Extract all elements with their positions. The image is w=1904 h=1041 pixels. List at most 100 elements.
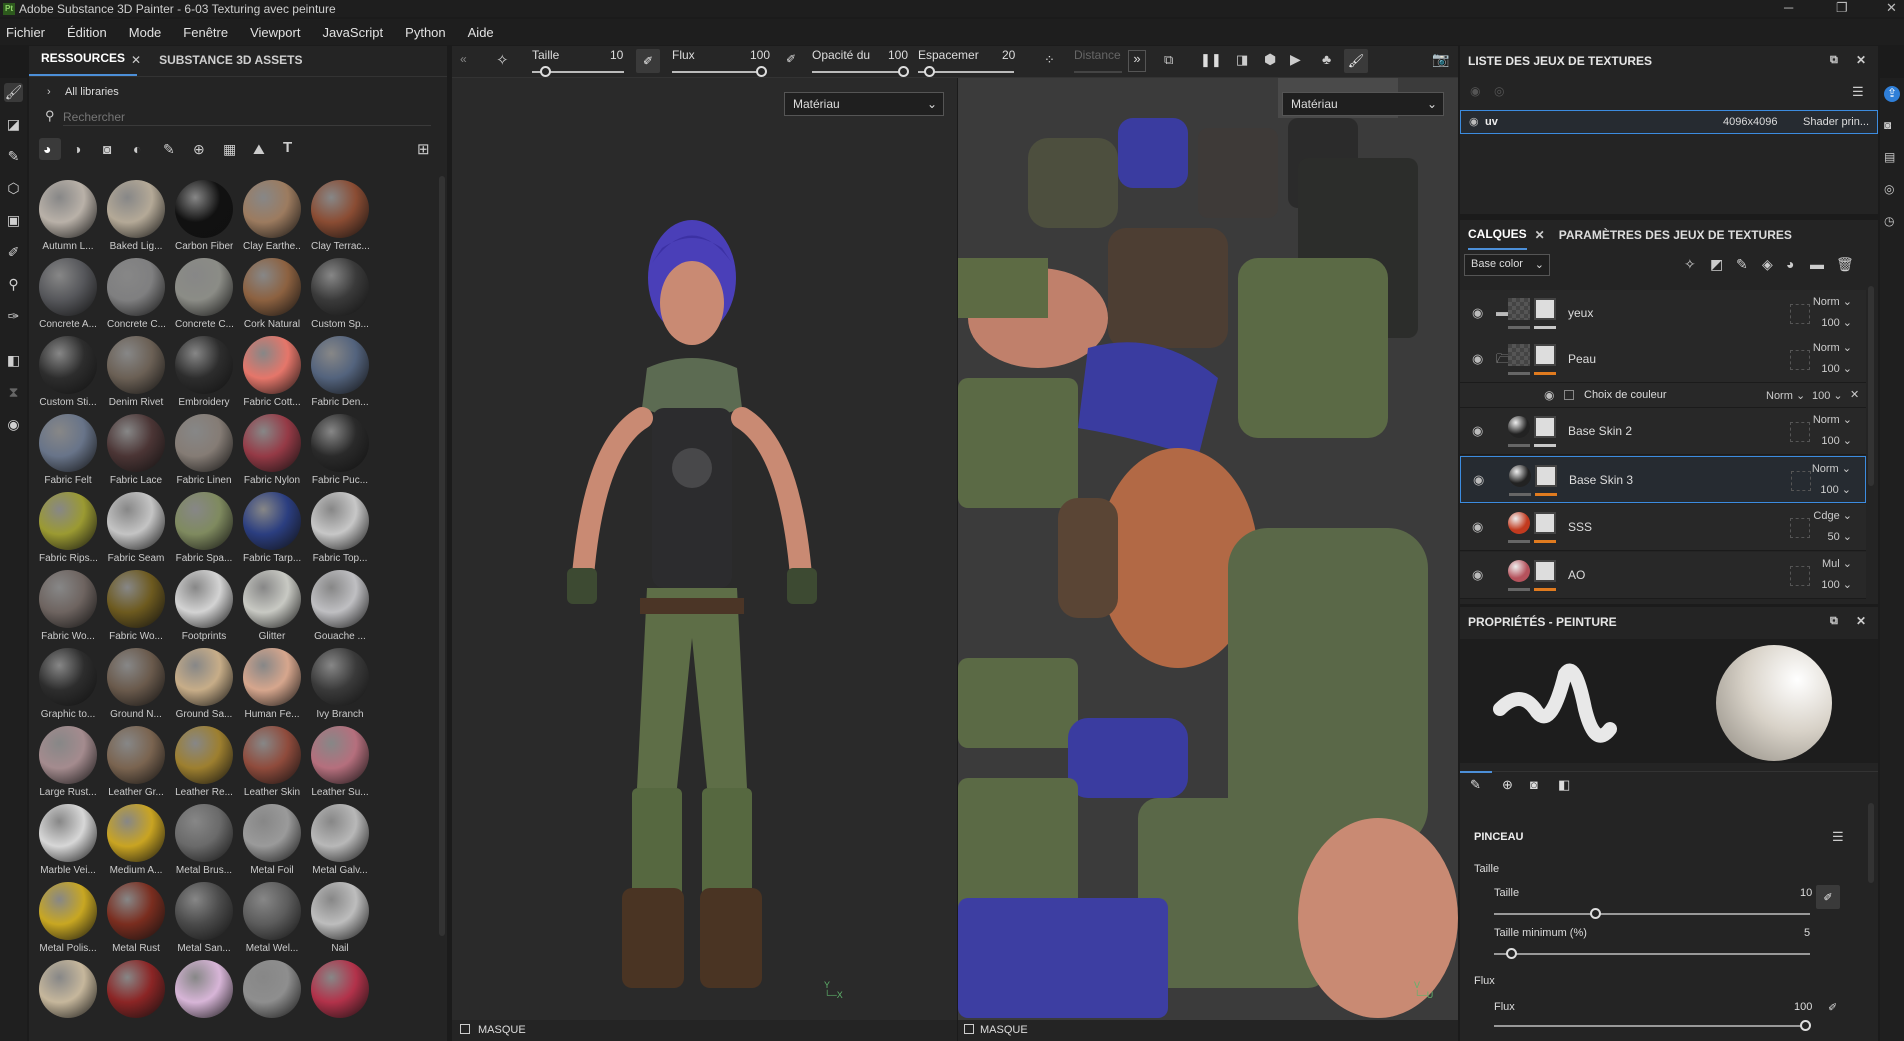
viewport-3d-material-dropdown[interactable]: Matériau ⌄ [784,92,944,116]
brush-tab-icon[interactable]: ✎ [1470,777,1481,793]
alpha-tab-icon[interactable]: ◙ [1530,777,1538,792]
layer-opacity[interactable]: 100 ⌄ [1821,316,1852,329]
texture-set-list-icon[interactable]: ◙ [1884,118,1900,134]
effect-row[interactable]: ◉ Choix de couleur Norm ⌄ 100 ⌄ ✕ [1460,383,1866,408]
size-slider[interactable] [532,66,624,77]
remove-effect-icon[interactable]: ✕ [1850,388,1859,401]
asset-item[interactable]: Fabric Felt [39,414,97,486]
layer-mask-slot[interactable] [1790,304,1810,324]
eye-icon[interactable]: ◉ [1544,388,1554,402]
history-icon[interactable]: ◷ [1884,214,1900,230]
asset-item[interactable]: Clay Earthe... [243,180,301,252]
menu-fenetre[interactable]: Fenêtre [183,25,228,40]
flow-pen-pressure-icon[interactable]: ✐ [1828,1001,1837,1014]
effect-opacity[interactable]: 100 ⌄ [1812,389,1843,402]
layer-mask-slot[interactable] [1790,422,1810,442]
add-smart-material-icon[interactable]: ◕ [1786,256,1794,272]
asset-item[interactable]: Footprints [175,570,233,642]
flow-value[interactable]: 100 [750,48,770,62]
layer-opacity[interactable]: 100 ⌄ [1821,578,1852,591]
camera-video-icon[interactable]: ▶ [1290,51,1301,68]
asset-item[interactable]: Fabric Wo... [39,570,97,642]
asset-item[interactable] [39,960,97,1021]
prop-min-size-value[interactable]: 5 [1804,927,1810,939]
viewport-3d[interactable]: Matériau ⌄ MASQUE Y └─X [452,78,957,1041]
layer-blend-mode[interactable]: Cdge ⌄ [1813,509,1852,522]
prop-size-slider[interactable] [1494,908,1810,919]
add-folder-icon[interactable]: ▬ [1810,256,1824,272]
asset-item[interactable]: Baked Lig... [107,180,165,252]
asset-item[interactable]: Metal Rust [107,882,165,954]
asset-item[interactable]: Large Rust... [39,726,97,798]
eye-icon[interactable]: ◉ [1472,423,1483,439]
delete-layer-icon[interactable]: 🗑 [1836,256,1854,273]
projection-icon[interactable]: ✎ [4,147,23,166]
asset-item[interactable]: Clay Terrac... [311,180,369,252]
paint-brush-icon[interactable]: 🖌 [4,83,23,102]
asset-item[interactable]: Fabric Spa... [175,492,233,564]
eye-icon[interactable]: ◉ [1469,115,1479,128]
minimize-icon[interactable]: ─ [1784,0,1793,15]
menu-aide[interactable]: Aide [468,25,494,40]
asset-item[interactable] [107,960,165,1021]
menu-javascript[interactable]: JavaScript [322,25,383,40]
maximize-icon[interactable]: ❐ [1836,0,1848,16]
asset-item[interactable]: Leather Su... [311,726,369,798]
viewport-2d[interactable]: Matériau ⌄ MASQUE V └─U [958,78,1458,1041]
asset-item[interactable]: Fabric Linen [175,414,233,486]
asset-item[interactable]: Nail [311,882,369,954]
layer-blend-mode[interactable]: Norm ⌄ [1813,341,1852,354]
tab-texture-set-settings[interactable]: PARAMÈTRES DES JEUX DE TEXTURES [1559,228,1792,242]
viewport-2d-material-dropdown[interactable]: Matériau ⌄ [1282,92,1444,116]
clone-stamp-icon[interactable]: ⚲ [4,275,23,294]
texture-set-row[interactable]: ◉ uv 4096x4096 Shader prin... [1460,110,1878,134]
expand-toolbar-icon[interactable]: » [1128,50,1146,72]
layer-row[interactable]: ◉ Base Skin 3 Norm ⌄ 100 ⌄ [1460,456,1866,503]
asset-item[interactable]: Human Fe... [243,648,301,720]
layer-opacity[interactable]: 50 ⌄ [1827,530,1852,543]
asset-item[interactable]: Glitter [243,570,301,642]
asset-item[interactable]: Medium A... [107,804,165,876]
close-properties-icon[interactable]: ✕ [1856,614,1866,628]
add-effect-icon[interactable]: ✧ [1684,256,1696,273]
scrollbar[interactable] [439,176,445,936]
asset-item[interactable]: Fabric Tarp... [243,492,301,564]
prop-flow-slider[interactable] [1494,1020,1811,1031]
tab-calques[interactable]: CALQUES [1468,220,1527,250]
asset-item[interactable]: Metal Wel... [243,882,301,954]
layers-scrollbar[interactable] [1868,286,1874,486]
asset-item[interactable]: Marble Vei... [39,804,97,876]
asset-item[interactable]: Ground Sa... [175,648,233,720]
layer-row[interactable]: ◉ SSS Cdge ⌄ 50 ⌄ [1460,504,1866,551]
asset-item[interactable]: Concrete A... [39,258,97,330]
asset-item[interactable]: Ivy Branch [311,648,369,720]
mask-thumbnail[interactable] [1534,344,1556,366]
export-icon[interactable]: ⇪ [1884,86,1900,102]
asset-item[interactable]: Concrete C... [107,258,165,330]
menu-python[interactable]: Python [405,25,445,40]
brush-alpha-icon[interactable]: ✧ [496,51,509,69]
collapse-left-icon[interactable]: « [460,52,467,66]
layer-blend-mode[interactable]: Norm ⌄ [1813,413,1852,426]
color-picker-icon[interactable]: ✑ [4,307,23,326]
close-layers-tab-icon[interactable]: ✕ [1535,228,1545,242]
display-settings-icon[interactable]: ◎ [1884,182,1900,198]
spacing-value[interactable]: 20 [1002,48,1015,62]
asset-item[interactable]: Denim Rivet [107,336,165,408]
asset-item[interactable]: Custom Sp... [311,258,369,330]
symmetry-icon[interactable]: ⧉ [1164,52,1173,68]
layer-row[interactable]: ◉ 🗁 Peau Norm ⌄ 100 ⌄ [1460,336,1866,383]
flow-slider[interactable] [672,66,767,77]
layer-row[interactable]: ◉ Base Skin 2 Norm ⌄ 100 ⌄ [1460,408,1866,455]
tree-icon[interactable]: ♣ [1322,51,1331,67]
asset-item[interactable]: Metal Foil [243,804,301,876]
smudge-icon[interactable]: ✐ [4,243,23,262]
pen-pressure-icon[interactable]: ✐ [636,49,660,73]
asset-item[interactable]: Custom Sti... [39,336,97,408]
layer-opacity[interactable]: 100 ⌄ [1821,434,1852,447]
effect-blend-mode[interactable]: Norm ⌄ [1766,389,1805,402]
split-view-icon[interactable]: ◨ [1236,52,1248,68]
polygon-fill-icon[interactable]: ▣ [4,211,23,230]
opacity-slider[interactable] [812,66,909,77]
close-panel-icon[interactable]: ✕ [1856,53,1866,67]
